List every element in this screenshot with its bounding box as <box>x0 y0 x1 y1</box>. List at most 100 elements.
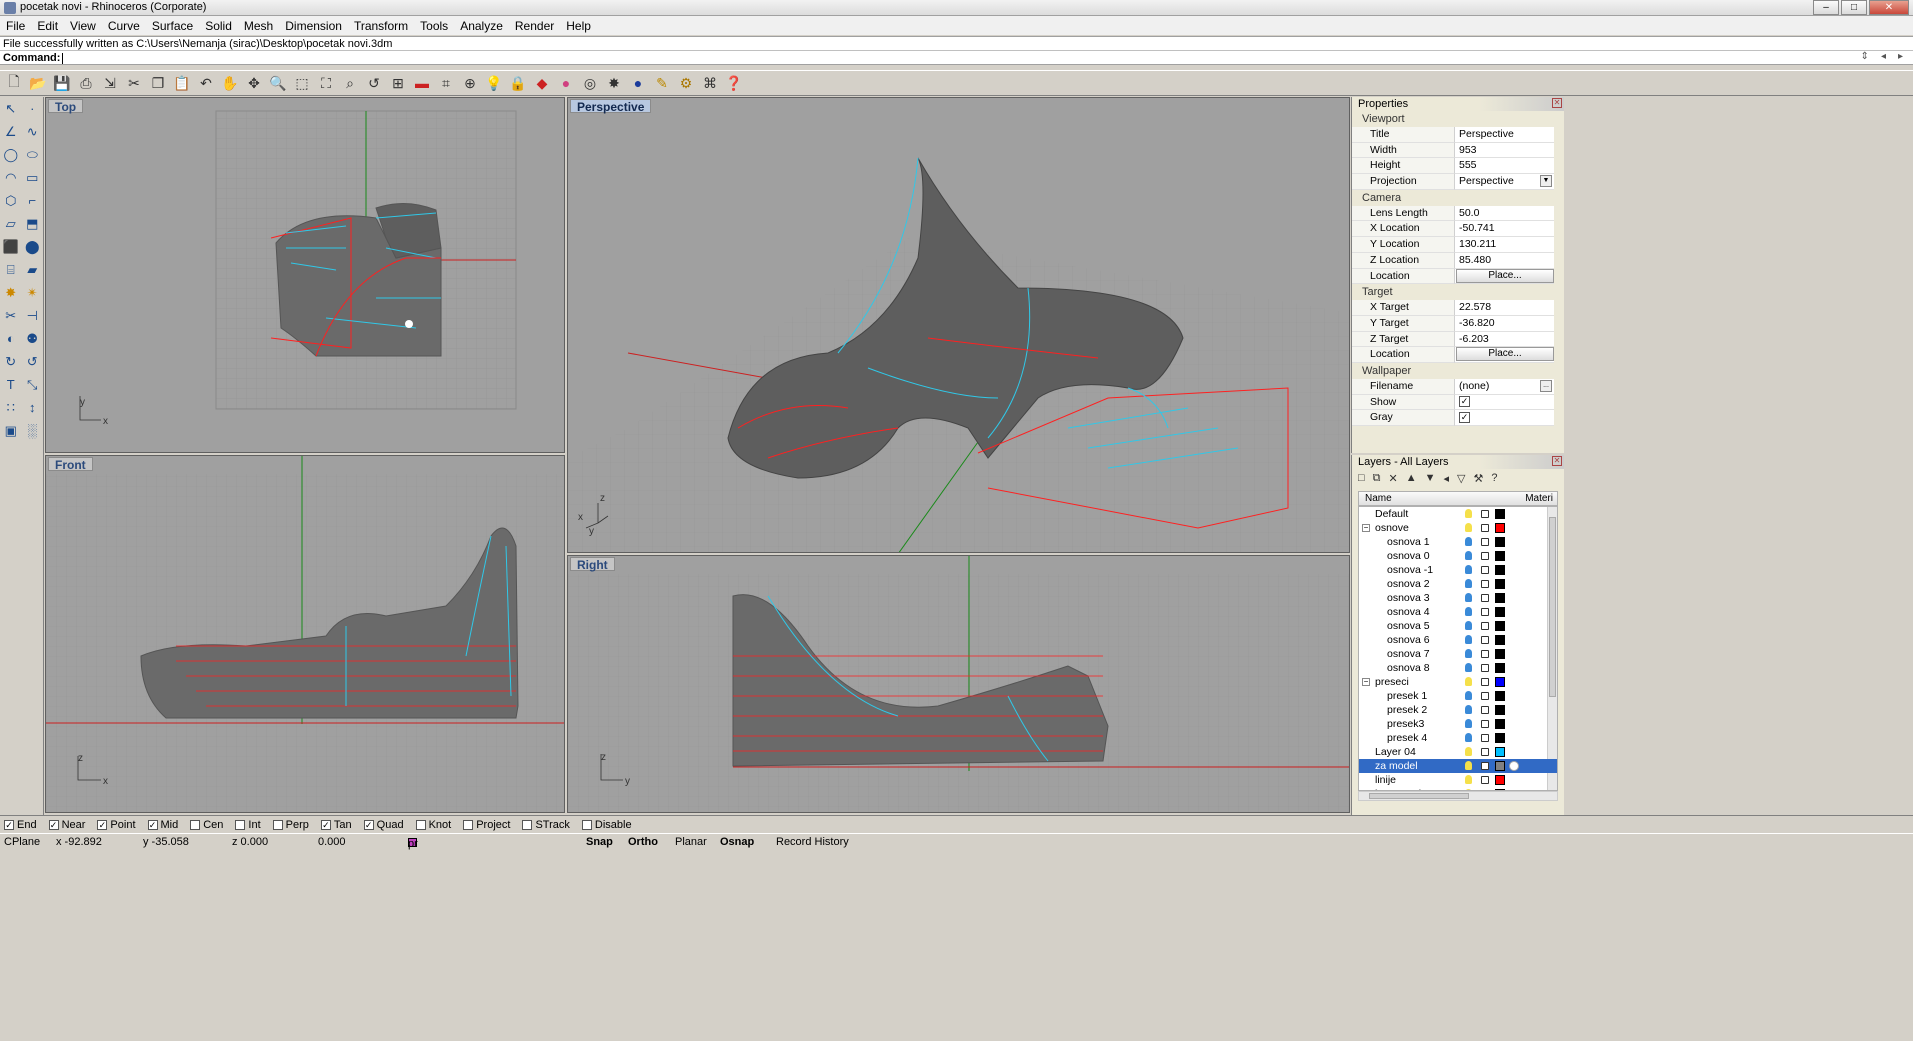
prop-ztarget-value[interactable]: -6.203 <box>1454 331 1554 348</box>
lock-icon[interactable] <box>1481 524 1489 532</box>
osnap-checkbox[interactable] <box>415 819 426 830</box>
box-icon[interactable]: ⬛ <box>0 235 22 258</box>
menu-solid[interactable]: Solid <box>199 19 238 33</box>
point-icon[interactable]: · <box>22 97 44 120</box>
circle-icon[interactable]: ◯ <box>0 143 22 166</box>
osnap-checkbox[interactable]: ✓ <box>147 819 158 830</box>
shade-icon[interactable]: ◎ <box>579 72 601 94</box>
move-up-icon[interactable]: ▲ <box>1406 472 1417 484</box>
close-icon[interactable]: ✕ <box>1552 456 1562 466</box>
layer-color-swatch[interactable] <box>1495 509 1505 519</box>
command-next-icon[interactable]: ▸ <box>1898 50 1903 64</box>
close-button[interactable]: ✕ <box>1869 0 1909 15</box>
menu-file[interactable]: File <box>0 19 31 33</box>
layer-color-swatch[interactable] <box>1495 607 1505 617</box>
osnap-strack[interactable]: STrack <box>522 819 570 831</box>
lightbulb-icon[interactable] <box>1465 677 1472 686</box>
move-left-icon[interactable]: ◂ <box>1444 472 1450 485</box>
grid-icon[interactable]: ⌗ <box>435 72 457 94</box>
menu-curve[interactable]: Curve <box>102 19 146 33</box>
prop-projection-select[interactable]: Perspective ▼ <box>1454 174 1554 190</box>
osnap-checkbox[interactable] <box>235 819 246 830</box>
layer-row[interactable]: presek 4 <box>1359 731 1557 745</box>
osnap-point[interactable]: ✓ Point <box>97 819 136 831</box>
gray-checkbox[interactable]: ✓ <box>1459 412 1470 424</box>
menu-mesh[interactable]: Mesh <box>238 19 279 33</box>
osnap-quad[interactable]: ✓ Quad <box>363 819 404 831</box>
zoom-dynamic-icon[interactable]: 🔍 <box>267 72 289 94</box>
camera-place-button[interactable]: Place... <box>1456 268 1554 283</box>
layer-row[interactable]: za model <box>1359 759 1557 773</box>
layer-name[interactable]: osnova 6 <box>1387 633 1430 647</box>
lock-icon[interactable] <box>1481 734 1489 742</box>
osnap-checkbox[interactable] <box>522 819 533 830</box>
text-icon[interactable]: T <box>0 373 22 396</box>
lightbulb-icon[interactable] <box>1465 551 1472 560</box>
curve-icon[interactable]: ∿ <box>22 120 44 143</box>
osnap-near[interactable]: ✓ Near <box>48 819 85 831</box>
scale-icon[interactable]: ⤡ <box>22 373 44 396</box>
lightbulb-icon[interactable] <box>1465 537 1472 546</box>
new-icon[interactable]: 🗋 <box>3 72 25 94</box>
osnap-cen[interactable]: Cen <box>190 819 223 831</box>
options-icon[interactable]: ⚙ <box>675 72 697 94</box>
menu-edit[interactable]: Edit <box>31 19 64 33</box>
col-material[interactable]: Materi <box>1525 492 1553 505</box>
viewport-top[interactable]: y x Top <box>45 97 565 453</box>
rendered-icon[interactable]: ✸ <box>603 72 625 94</box>
layout-icon[interactable]: ⌘ <box>699 72 721 94</box>
snap-icon[interactable]: ⊕ <box>459 72 481 94</box>
layer-name[interactable]: osnova 2 <box>1387 577 1430 591</box>
lightbulb-icon[interactable] <box>1465 705 1472 714</box>
polyline-icon[interactable]: ∠ <box>0 120 22 143</box>
prop-ytarget-value[interactable]: -36.820 <box>1454 315 1554 332</box>
layer-name[interactable]: osnova 1 <box>1387 535 1430 549</box>
osnap-int[interactable]: Int <box>235 819 261 831</box>
osnap-checkbox[interactable] <box>463 819 474 830</box>
cylinder-icon[interactable]: ⌸ <box>0 258 22 281</box>
rotate-icon[interactable]: ↺ <box>22 350 44 373</box>
lightbulb-icon[interactable] <box>1465 621 1472 630</box>
sphere-tool-icon[interactable]: ⬤ <box>22 235 44 258</box>
viewport-perspective-label[interactable]: Perspective <box>570 99 652 114</box>
boolean-icon[interactable]: ✸ <box>0 281 22 304</box>
osnap-project[interactable]: Project <box>463 819 510 831</box>
lock-icon[interactable] <box>1481 678 1489 686</box>
move-down-icon[interactable]: ▼ <box>1425 472 1436 484</box>
group-icon[interactable]: ⚉ <box>22 327 44 350</box>
osnap-disable[interactable]: Disable <box>581 819 632 831</box>
layer-color-swatch[interactable] <box>1495 663 1505 673</box>
layer-row[interactable]: linije <box>1359 773 1557 787</box>
zoom-window-icon[interactable]: ⬚ <box>291 72 313 94</box>
layer-row[interactable]: osnova 8 <box>1359 661 1557 675</box>
lock-icon[interactable] <box>1481 622 1489 630</box>
layer-name[interactable]: linije <box>1375 773 1396 787</box>
viewport-front[interactable]: z x Front <box>45 455 565 813</box>
osnap-tan[interactable]: ✓ Tan <box>320 819 352 831</box>
array-icon[interactable]: ∷ <box>0 396 22 419</box>
show-checkbox[interactable]: ✓ <box>1459 396 1470 408</box>
move-icon[interactable]: ↻ <box>0 350 22 373</box>
layer-row[interactable]: osnova 3 <box>1359 591 1557 605</box>
lightbulb-icon[interactable] <box>1465 663 1472 672</box>
layer-color-swatch[interactable] <box>1495 523 1505 533</box>
layer-name[interactable]: presek 4 <box>1387 731 1427 745</box>
import-icon[interactable]: ⇲ <box>99 72 121 94</box>
viewport-perspective[interactable]: z y x Perspective <box>567 97 1350 553</box>
layer-row[interactable]: osnova 0 <box>1359 549 1557 563</box>
layer-color-swatch[interactable] <box>1495 579 1505 589</box>
layer-color-swatch[interactable] <box>1495 537 1505 547</box>
status-cplane[interactable]: CPlane <box>4 836 40 848</box>
edit-icon[interactable]: ✎ <box>651 72 673 94</box>
tools-icon[interactable]: ⚒ <box>1474 472 1484 485</box>
lightbulb-icon[interactable] <box>1465 747 1472 756</box>
join-icon[interactable]: ◐ <box>0 327 22 350</box>
lock-icon[interactable] <box>1481 776 1489 784</box>
layer-row[interactable]: osnova 5 <box>1359 619 1557 633</box>
lightbulb-icon[interactable] <box>1465 523 1472 532</box>
layer-name[interactable]: osnova 4 <box>1387 605 1430 619</box>
ellipse-icon[interactable]: ⬭ <box>22 143 44 166</box>
close-icon[interactable]: ✕ <box>1552 98 1562 108</box>
layer-name[interactable]: preseci <box>1375 675 1409 689</box>
prop-title-value[interactable]: Perspective <box>1454 127 1554 143</box>
